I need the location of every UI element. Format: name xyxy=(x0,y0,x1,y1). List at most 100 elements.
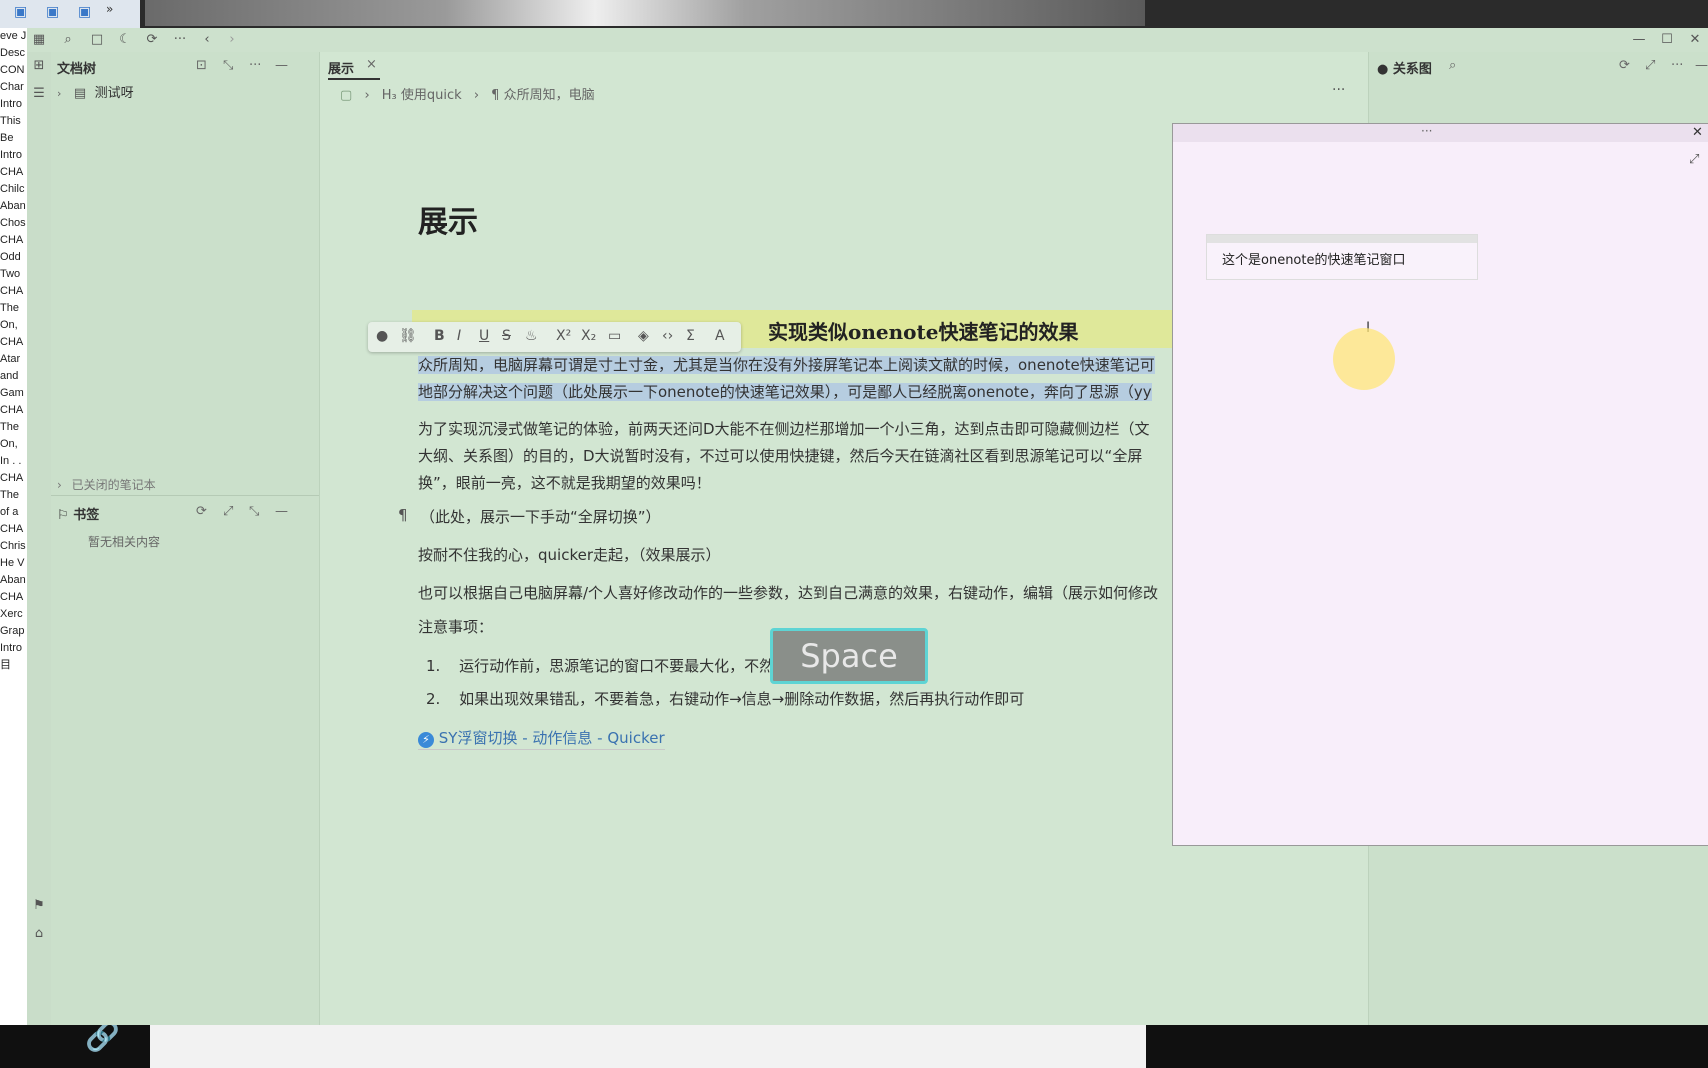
paragraph[interactable]: （此处，展示一下手动“全屏切换”） xyxy=(420,504,661,531)
search-icon[interactable]: ⌕ xyxy=(1449,58,1456,73)
block-ref-icon[interactable]: ● xyxy=(376,328,388,344)
graph-header: ● 关系图 ⌕ ⟳ ⤢ ··· — xyxy=(1369,52,1708,80)
floating-note-window[interactable]: ··· ✕ ⤢ 这个是onenote的快速笔记窗口 I xyxy=(1172,123,1708,846)
quick-note-box[interactable]: 这个是onenote的快速笔记窗口 xyxy=(1206,234,1478,280)
notebook-name: 测试呀 xyxy=(94,86,134,101)
chevron-down-icon[interactable]: » xyxy=(106,2,113,16)
breadcrumb-heading[interactable]: H₃ 使用quick xyxy=(382,88,462,103)
filetree-title: 文档树 xyxy=(57,62,97,77)
background-list-line: Chris xyxy=(0,540,26,552)
background-list-line: Intro xyxy=(0,98,23,110)
more-icon[interactable]: ··· xyxy=(1332,82,1345,98)
minimize-panel-icon[interactable]: — xyxy=(1695,58,1708,73)
tab-label: 展示 xyxy=(328,62,355,77)
tab-close-icon[interactable]: × xyxy=(366,57,377,72)
file-icon[interactable]: ▣ xyxy=(46,4,59,20)
background-list-line: Intro xyxy=(0,149,23,161)
bookmark-title: ⚐ 书签 xyxy=(57,508,100,523)
expand-icon[interactable]: ⤢ xyxy=(223,504,233,519)
breadcrumb-paragraph[interactable]: ¶ 众所周知，电脑 xyxy=(491,88,594,103)
superscript-icon[interactable]: X² xyxy=(556,328,571,344)
explorer-toolbar: ▣ ▣ ▣ » xyxy=(0,0,140,28)
background-list-line: CHA xyxy=(0,472,24,484)
paragraph[interactable]: 注意事项： xyxy=(418,614,493,641)
keyboard-icon[interactable]: ▭ xyxy=(608,328,621,344)
expand-icon[interactable]: ⤢ xyxy=(1689,152,1699,167)
highlight-icon[interactable]: ♨ xyxy=(525,328,538,344)
sync-icon[interactable]: ⟳ xyxy=(144,32,160,48)
collapse-icon[interactable]: ⤡ xyxy=(223,58,233,73)
outline-icon[interactable]: ☰ xyxy=(31,86,47,102)
close-icon[interactable]: ✕ xyxy=(1692,125,1703,140)
strikethrough-icon[interactable]: S xyxy=(502,328,511,344)
close-icon[interactable]: ✕ xyxy=(1687,32,1703,48)
background-list-line: On, xyxy=(0,438,18,450)
paragraph-line[interactable]: 大纲、关系图）的目的，D大说暂时没有，不过可以使用快捷键，然后今天在链滴社区看到… xyxy=(418,443,1142,470)
keypress-overlay: Space xyxy=(770,628,928,684)
file-icon[interactable]: ▣ xyxy=(14,4,27,20)
paragraph[interactable]: 众所周知，电脑屏幕可谓是寸土寸金，尤其是当你在没有外接屏笔记本上阅读文献的时候，… xyxy=(418,352,1155,379)
tag-icon[interactable]: ◈ xyxy=(638,328,649,344)
list-number: 1. xyxy=(426,657,441,675)
window-drag-bar[interactable]: ··· ✕ xyxy=(1173,124,1708,142)
list-item[interactable]: 2. 如果出现效果错乱，不要着急，右键动作→信息→删除动作数据，然后再执行动作即… xyxy=(426,686,1024,713)
code-icon[interactable]: ‹› xyxy=(662,328,673,344)
document-title[interactable]: 展示 xyxy=(418,197,478,241)
pilcrow-icon[interactable]: ¶ xyxy=(398,506,408,524)
square-icon[interactable]: □ xyxy=(89,32,105,48)
document-icon[interactable]: ▢ xyxy=(340,88,352,103)
paragraph[interactable]: 为了实现沉浸式做笔记的体验，前两天还问D大能不在侧边栏那增加一个小三角，达到点击… xyxy=(418,416,1150,443)
more-icon[interactable]: ··· xyxy=(249,58,261,73)
underline-icon[interactable]: U xyxy=(479,328,489,344)
minimize-panel-icon[interactable]: — xyxy=(275,58,288,73)
background-list-line: CHA xyxy=(0,285,24,297)
drag-handle-icon[interactable]: ··· xyxy=(1421,124,1432,138)
math-icon[interactable]: Σ xyxy=(686,328,695,344)
paragraph[interactable]: 也可以根据自己电脑屏幕/个人喜好修改动作的一些参数，达到自己满意的效果，右键动作… xyxy=(418,580,1158,607)
background-list-line: 目 xyxy=(0,659,11,671)
back-icon[interactable]: ‹ xyxy=(199,32,215,48)
heading-text: 实现类似onenote快速笔记的效果 xyxy=(768,320,1079,344)
search-icon[interactable]: ⌕ xyxy=(60,32,76,48)
calendar-icon[interactable]: ▦ xyxy=(31,32,47,48)
quicker-link[interactable]: ⚡ SY浮窗切换 - 动作信息 - Quicker xyxy=(418,727,665,750)
more-icon[interactable]: ··· xyxy=(172,32,188,48)
background-list-line: CHA xyxy=(0,234,24,246)
chevron-right-icon[interactable]: › xyxy=(57,87,61,100)
paragraph-line[interactable]: 换”，眼前一亮，这不就是我期望的效果吗！ xyxy=(418,470,711,497)
italic-icon[interactable]: I xyxy=(457,328,461,344)
font-color-icon[interactable]: A xyxy=(715,328,725,344)
focus-icon[interactable]: ⊡ xyxy=(196,58,207,73)
graph-title: ● 关系图 xyxy=(1377,62,1432,77)
background-list-line: Grap xyxy=(0,625,25,637)
divider xyxy=(51,495,319,496)
maximize-icon[interactable]: ☐ xyxy=(1659,32,1675,48)
notebook-item[interactable]: › ▤ 测试呀 xyxy=(57,82,134,101)
moon-icon[interactable]: ☾ xyxy=(117,32,133,48)
closed-notebooks[interactable]: › 已关闭的笔记本 xyxy=(57,476,156,493)
paragraph[interactable]: 按耐不住我的心，quicker走起，（效果展示） xyxy=(418,542,721,569)
paragraph-line[interactable]: 地部分解决这个问题（此处展示一下onenote的快速笔记效果），可是鄙人已经脱离… xyxy=(418,379,1152,406)
filetree-panel: 文档树 ⊡ ⤡ ··· — › ▤ 测试呀 › 已关闭的笔记本 ⚐ 书签 ⟳ ⤢… xyxy=(51,52,320,1025)
minimize-icon[interactable]: — xyxy=(1631,32,1647,48)
note-box-handle[interactable] xyxy=(1207,235,1477,243)
bookmark-icon[interactable]: ⚑ xyxy=(31,898,47,914)
refresh-icon[interactable]: ⟳ xyxy=(196,504,207,519)
link-icon[interactable]: ⛓ xyxy=(399,328,417,344)
expand-icon[interactable]: ⤢ xyxy=(1645,58,1655,73)
subscript-icon[interactable]: X₂ xyxy=(581,328,596,344)
filetree-icon[interactable]: ⊞ xyxy=(31,58,47,74)
quick-note-text[interactable]: 这个是onenote的快速笔记窗口 xyxy=(1222,249,1405,268)
more-icon[interactable]: ··· xyxy=(1671,58,1683,73)
title-bar: ▦ ⌕ □ ☾ ⟳ ··· ‹ › — ☐ ✕ xyxy=(27,28,1708,52)
minimize-panel-icon[interactable]: — xyxy=(275,504,288,519)
refresh-icon[interactable]: ⟳ xyxy=(1619,58,1630,73)
bold-icon[interactable]: B xyxy=(434,328,445,344)
background-list-line: The xyxy=(0,421,19,433)
chevron-right-icon[interactable]: › xyxy=(57,478,62,492)
add-file-icon[interactable]: ▣ xyxy=(78,4,91,20)
collapse-icon[interactable]: ⤡ xyxy=(249,504,259,519)
tag-icon[interactable]: ⌂ xyxy=(31,926,47,942)
background-list-line: CHA xyxy=(0,166,24,178)
forward-icon[interactable]: › xyxy=(224,32,240,48)
